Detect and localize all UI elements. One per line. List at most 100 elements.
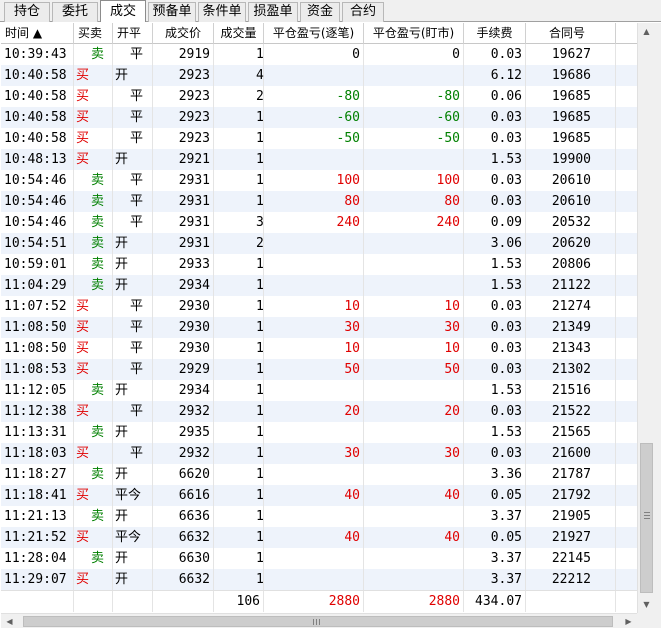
col-contract-id-cell: 20532 bbox=[526, 212, 616, 233]
table-row[interactable]: 10:39:43 卖平 2919 1 0 0 0.03 19627 bbox=[1, 44, 637, 65]
col-openclose-cell: 开 bbox=[113, 275, 153, 296]
col-fee-cell: 1.53 bbox=[464, 422, 526, 443]
header-col-pnl-trade[interactable]: 平仓盈亏(逐笔) bbox=[264, 23, 364, 44]
table-row[interactable]: 10:40:58 买平 2923 1 -50 -50 0.03 19685 bbox=[1, 128, 637, 149]
table-row[interactable]: 11:29:07 买开 6632 1 3.37 22212 bbox=[1, 569, 637, 590]
table-row[interactable]: 10:40:58 买平 2923 2 -80 -80 0.06 19685 bbox=[1, 86, 637, 107]
table-row[interactable]: 11:12:38 买平 2932 1 20 20 0.03 21522 bbox=[1, 401, 637, 422]
header-col-quantity[interactable]: 成交量 bbox=[214, 23, 264, 44]
col-pnl-mark-cell: 30 bbox=[364, 443, 464, 464]
col-fee-cell: 0.03 bbox=[464, 401, 526, 422]
header-col-price[interactable]: 成交价 bbox=[153, 23, 214, 44]
col-price-cell: 2931 bbox=[153, 191, 214, 212]
tab-0[interactable]: 持仓 bbox=[4, 2, 50, 22]
col-pnl-trade-cell: 10 bbox=[264, 338, 364, 359]
col-quantity-cell: 1 bbox=[214, 275, 264, 296]
col-pnl-mark-cell bbox=[364, 149, 464, 170]
table-row[interactable]: 11:12:05 卖开 2934 1 1.53 21516 bbox=[1, 380, 637, 401]
col-time-cell: 10:54:46 bbox=[1, 170, 74, 191]
arrow-right-icon[interactable]: ▶ bbox=[620, 614, 637, 628]
vertical-scroll-thumb[interactable] bbox=[640, 443, 653, 593]
col-side-cell: 买 bbox=[74, 296, 113, 317]
col-time-cell: 11:29:07 bbox=[1, 569, 74, 590]
table-row[interactable]: 10:40:58 买开 2923 4 6.12 19686 bbox=[1, 65, 637, 86]
col-side-cell: 买 bbox=[74, 86, 113, 107]
tab-4[interactable]: 条件单 bbox=[198, 2, 246, 22]
col-openclose-cell: 开 bbox=[113, 569, 153, 590]
header-col-pnl-mark[interactable]: 平仓盈亏(盯市) bbox=[364, 23, 464, 44]
header-col-time[interactable]: 时间 ▲ bbox=[1, 23, 74, 44]
col-quantity-cell: 1 bbox=[214, 548, 264, 569]
col-fee-cell: 3.37 bbox=[464, 548, 526, 569]
col-fee-cell: 0.03 bbox=[464, 296, 526, 317]
table-row[interactable]: 11:04:29 卖开 2934 1 1.53 21122 bbox=[1, 275, 637, 296]
arrow-down-icon[interactable]: ▼ bbox=[638, 596, 655, 613]
col-time-cell: 11:18:27 bbox=[1, 464, 74, 485]
header-col-contract-id[interactable]: 合同号 bbox=[526, 23, 616, 44]
horizontal-scroll-thumb[interactable] bbox=[23, 616, 613, 627]
table-row[interactable]: 10:54:46 卖平 2931 1 100 100 0.03 20610 bbox=[1, 170, 637, 191]
tab-7[interactable]: 合约 bbox=[342, 2, 384, 22]
col-pnl-trade-cell: 50 bbox=[264, 359, 364, 380]
tab-6[interactable]: 资金 bbox=[300, 2, 340, 22]
table-row[interactable]: 10:48:13 买开 2921 1 1.53 19900 bbox=[1, 149, 637, 170]
table-row[interactable]: 11:18:27 卖开 6620 1 3.36 21787 bbox=[1, 464, 637, 485]
tab-3[interactable]: 预备单 bbox=[148, 2, 196, 22]
table-row[interactable]: 11:18:03 买平 2932 1 30 30 0.03 21600 bbox=[1, 443, 637, 464]
col-pnl-mark-cell bbox=[364, 254, 464, 275]
col-pnl-trade-cell: 240 bbox=[264, 212, 364, 233]
table-row[interactable]: 11:07:52 买平 2930 1 10 10 0.03 21274 bbox=[1, 296, 637, 317]
col-time-cell: 11:28:04 bbox=[1, 548, 74, 569]
horizontal-scrollbar[interactable]: ◀ ▶ bbox=[1, 613, 637, 628]
col-openclose-cell: 平 bbox=[113, 128, 153, 149]
arrow-up-icon[interactable]: ▲ bbox=[638, 23, 655, 40]
col-fee-cell: 1.53 bbox=[464, 254, 526, 275]
col-pnl-trade-cell bbox=[264, 254, 364, 275]
col-contract-id-cell: 21343 bbox=[526, 338, 616, 359]
table-row[interactable]: 10:54:46 卖平 2931 3 240 240 0.09 20532 bbox=[1, 212, 637, 233]
col-quantity-cell: 1 bbox=[214, 485, 264, 506]
col-fee-cell: 0.03 bbox=[464, 44, 526, 65]
table-row[interactable]: 11:08:50 买平 2930 1 30 30 0.03 21349 bbox=[1, 317, 637, 338]
col-quantity-cell: 1 bbox=[214, 359, 264, 380]
col-time-cell: 10:48:13 bbox=[1, 149, 74, 170]
table-row[interactable]: 10:40:58 买平 2923 1 -60 -60 0.03 19685 bbox=[1, 107, 637, 128]
col-price-cell: 2923 bbox=[153, 107, 214, 128]
arrow-left-icon[interactable]: ◀ bbox=[1, 614, 18, 628]
col-openclose-cell: 平 bbox=[113, 86, 153, 107]
col-contract-id-cell bbox=[526, 591, 616, 612]
col-quantity-cell: 1 bbox=[214, 338, 264, 359]
totals-row: 106 2880 2880 434.07 bbox=[1, 590, 637, 612]
table-row[interactable]: 11:21:13 卖开 6636 1 3.37 21905 bbox=[1, 506, 637, 527]
table-row[interactable]: 11:21:52 买平今 6632 1 40 40 0.05 21927 bbox=[1, 527, 637, 548]
header-col-fee[interactable]: 手续费 bbox=[464, 23, 526, 44]
col-contract-id-cell: 21927 bbox=[526, 527, 616, 548]
table-row[interactable]: 11:28:04 卖开 6630 1 3.37 22145 bbox=[1, 548, 637, 569]
col-fee-cell: 1.53 bbox=[464, 275, 526, 296]
col-quantity-cell: 1 bbox=[214, 317, 264, 338]
table-row[interactable]: 11:08:53 买平 2929 1 50 50 0.03 21302 bbox=[1, 359, 637, 380]
table-row[interactable]: 10:54:51 卖开 2931 2 3.06 20620 bbox=[1, 233, 637, 254]
col-quantity-cell: 1 bbox=[214, 443, 264, 464]
header-col-openclose[interactable]: 开平 bbox=[113, 23, 153, 44]
col-contract-id-cell: 21274 bbox=[526, 296, 616, 317]
col-side-cell: 买 bbox=[74, 359, 113, 380]
col-side-cell: 卖 bbox=[74, 275, 113, 296]
col-pnl-mark-cell: -50 bbox=[364, 128, 464, 149]
vertical-scrollbar[interactable]: ▲ ▼ bbox=[637, 23, 655, 613]
col-price-cell: 6620 bbox=[153, 464, 214, 485]
col-pnl-trade-cell: -80 bbox=[264, 86, 364, 107]
col-pnl-mark-cell: 240 bbox=[364, 212, 464, 233]
table-row[interactable]: 10:54:46 卖平 2931 1 80 80 0.03 20610 bbox=[1, 191, 637, 212]
header-col-side[interactable]: 买卖 bbox=[74, 23, 113, 44]
table-row[interactable]: 11:08:50 买平 2930 1 10 10 0.03 21343 bbox=[1, 338, 637, 359]
tab-1[interactable]: 委托 bbox=[52, 2, 98, 22]
tab-5[interactable]: 损盈单 bbox=[248, 2, 298, 22]
table-row[interactable]: 11:13:31 卖开 2935 1 1.53 21565 bbox=[1, 422, 637, 443]
table-row[interactable]: 11:18:41 买平今 6616 1 40 40 0.05 21792 bbox=[1, 485, 637, 506]
col-pnl-mark-cell bbox=[364, 506, 464, 527]
table-row[interactable]: 10:59:01 卖开 2933 1 1.53 20806 bbox=[1, 254, 637, 275]
col-time-cell bbox=[1, 591, 74, 612]
tab-2[interactable]: 成交 bbox=[100, 0, 146, 22]
col-quantity-cell: 2 bbox=[214, 86, 264, 107]
